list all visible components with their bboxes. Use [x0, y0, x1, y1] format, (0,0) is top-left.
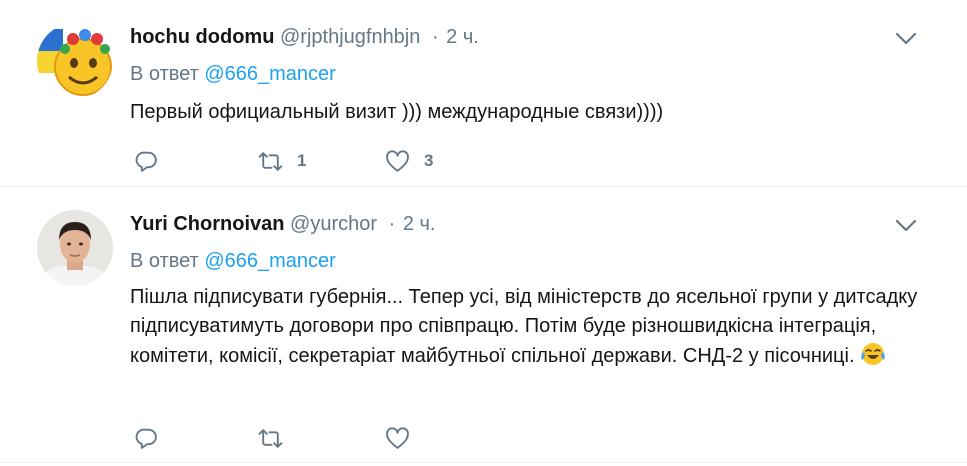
yellow-face-with-flag-avatar — [37, 23, 113, 99]
retweet-button[interactable]: 1 — [258, 148, 306, 174]
author-handle[interactable]: @rjpthjugfnhbjn — [280, 26, 420, 48]
reply-icon — [135, 428, 157, 449]
tweet[interactable]: Yuri Chornoivan @yurchor · 2 ч. В ответ … — [0, 187, 967, 463]
tweet-actions — [134, 425, 554, 451]
reply-mention-link[interactable]: @666_mancer — [204, 250, 335, 272]
retweet-count: 1 — [297, 151, 307, 170]
like-button[interactable]: 3 — [385, 148, 433, 174]
retweet-icon — [258, 151, 283, 171]
reply-prefix: В ответ — [130, 250, 199, 272]
avatar[interactable] — [37, 210, 113, 286]
tweet-text: Первый официальный визит ))) международн… — [130, 101, 664, 123]
face-with-tears-of-joy-icon — [861, 343, 885, 365]
tweet-text: Пішла підписувати губернія... Тепер усі,… — [130, 283, 920, 371]
timestamp[interactable]: 2 ч. — [403, 213, 436, 235]
chevron-down-icon[interactable] — [893, 215, 919, 235]
like-count: 3 — [424, 151, 434, 170]
retweet-button[interactable] — [258, 425, 297, 451]
tweet-header: hochu dodomu @rjpthjugfnhbjn · 2 ч. — [130, 24, 479, 50]
like-button[interactable] — [385, 425, 424, 451]
retweet-icon — [258, 428, 283, 448]
avatar[interactable] — [37, 23, 113, 99]
tweet[interactable]: hochu dodomu @rjpthjugfnhbjn · 2 ч. В от… — [0, 0, 967, 187]
author-name[interactable]: Yuri Chornoivan — [130, 213, 284, 235]
author-name[interactable]: hochu dodomu — [130, 26, 274, 48]
separator-dot: · — [388, 213, 396, 235]
reply-mention-link[interactable]: @666_mancer — [204, 63, 335, 85]
heart-icon — [386, 426, 409, 449]
tweet-actions: 1 3 — [134, 148, 554, 174]
timestamp[interactable]: 2 ч. — [446, 26, 479, 48]
man-portrait-avatar — [37, 210, 113, 286]
reply-context: В ответ @666_mancer — [130, 248, 336, 274]
author-handle[interactable]: @yurchor — [290, 213, 377, 235]
reply-icon — [135, 151, 157, 172]
separator-dot: · — [431, 26, 439, 48]
chevron-down-icon[interactable] — [893, 28, 919, 48]
reply-button[interactable] — [134, 425, 173, 451]
tweet-header: Yuri Chornoivan @yurchor · 2 ч. — [130, 211, 435, 237]
reply-prefix: В ответ — [130, 63, 199, 85]
heart-icon — [386, 149, 409, 172]
reply-context: В ответ @666_mancer — [130, 61, 336, 87]
reply-button[interactable] — [134, 148, 173, 174]
tweet-text-body: Пішла підписувати губернія... Тепер усі,… — [130, 286, 918, 367]
